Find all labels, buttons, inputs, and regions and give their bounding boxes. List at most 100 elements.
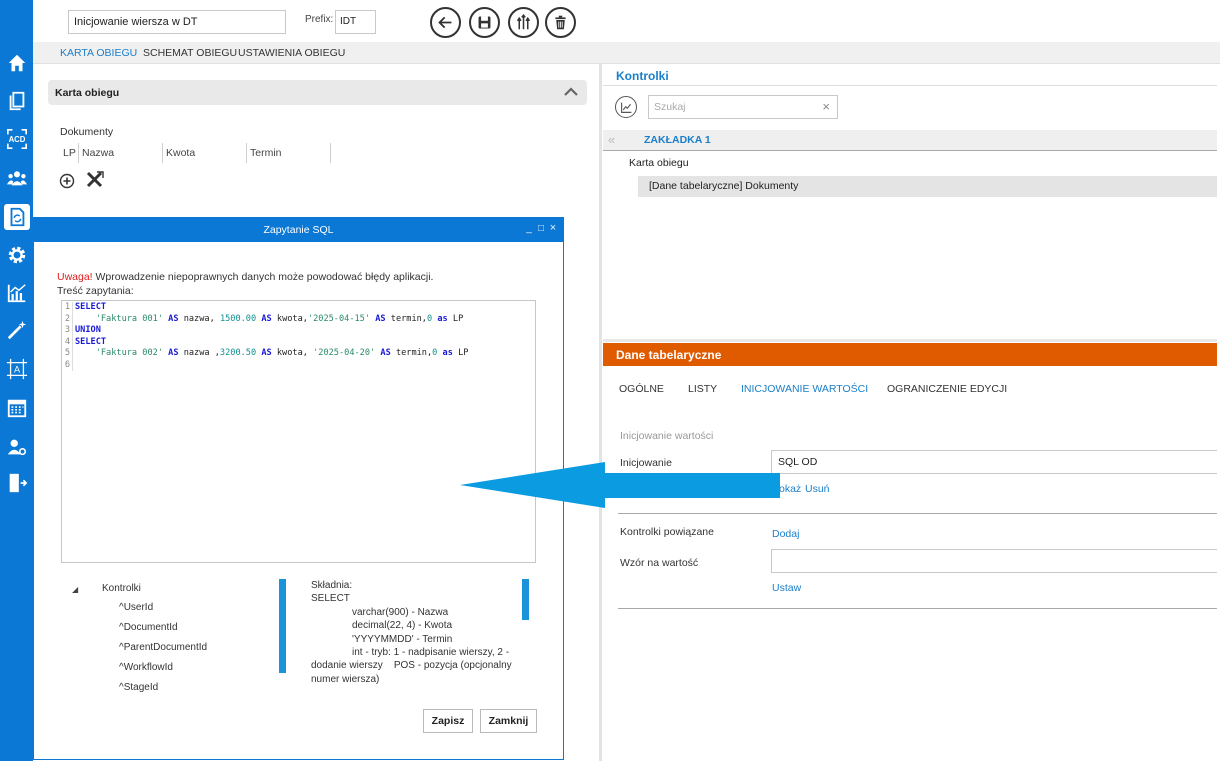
splitter-bar[interactable] bbox=[279, 579, 286, 673]
code-keyword: as bbox=[442, 348, 453, 358]
pane-divider[interactable] bbox=[599, 64, 602, 761]
code-keyword: AS bbox=[168, 348, 179, 358]
user-settings-icon[interactable] bbox=[5, 435, 29, 459]
delete-button[interactable] bbox=[545, 7, 576, 38]
code-identifier: termin, bbox=[390, 313, 427, 324]
code-number: 0 bbox=[426, 313, 433, 324]
card-title: Karta obiegu bbox=[55, 87, 120, 99]
tree-node-stageid[interactable]: ^StageId bbox=[119, 682, 158, 693]
documents-icon[interactable] bbox=[5, 89, 29, 113]
search-input[interactable] bbox=[649, 96, 809, 118]
syntax-line: 'YYYYMMDD' - Termin bbox=[352, 633, 453, 645]
tree-node-parentdocumentid[interactable]: ^ParentDocumentId bbox=[119, 642, 207, 653]
tab-ograniczenie-edycji[interactable]: OGRANICZENIE EDYCJI bbox=[887, 383, 1007, 395]
tree-node-documentid[interactable]: ^DocumentId bbox=[119, 622, 178, 633]
code-string: '2025-04-15' bbox=[307, 313, 371, 324]
code-identifier: LP bbox=[458, 348, 469, 358]
add-row-icon[interactable] bbox=[58, 172, 76, 190]
syntax-line: decimal(22, 4) - Kwota bbox=[352, 620, 453, 632]
column-nazwa[interactable]: Nazwa bbox=[79, 143, 163, 163]
code-line: 1 SELECT bbox=[62, 302, 106, 314]
card-header[interactable]: Karta obiegu bbox=[48, 80, 587, 105]
tab-inicjowanie-wartosci[interactable]: INICJOWANIE WARTOŚCI bbox=[741, 383, 868, 395]
init-input[interactable]: SQL OD bbox=[771, 450, 1217, 474]
tree-expand-icon[interactable]: ◢ bbox=[72, 585, 78, 594]
chart-icon[interactable] bbox=[5, 281, 29, 305]
tab-ogolne[interactable]: OGÓLNE bbox=[619, 383, 664, 395]
dialog-titlebar[interactable]: Zapytanie SQL _ □ × bbox=[34, 218, 563, 242]
maximize-icon[interactable]: □ bbox=[536, 223, 546, 234]
remove-link[interactable]: Usuń bbox=[805, 483, 830, 495]
documents-label: Dokumenty bbox=[60, 126, 114, 138]
users-icon[interactable] bbox=[5, 166, 29, 190]
syntax-line: varchar(900) - Nazwa bbox=[352, 606, 449, 618]
query-label: Treść zapytania: bbox=[57, 285, 134, 297]
close-icon[interactable]: × bbox=[548, 222, 558, 234]
close-icon[interactable]: × bbox=[822, 99, 830, 114]
line-number: 1 bbox=[62, 302, 73, 314]
code-identifier: termin, bbox=[395, 348, 433, 358]
add-link[interactable]: Dodaj bbox=[772, 528, 799, 540]
tree-node-dane-tabelaryczne[interactable]: [Dane tabelaryczne] Dokumenty bbox=[638, 176, 1217, 197]
syntax-help: Składnia: SELECT varchar(900) - Nazwa de… bbox=[311, 579, 525, 686]
acd-icon[interactable]: ACD bbox=[5, 127, 29, 151]
chevron-double-left-icon[interactable]: « bbox=[608, 132, 615, 147]
arrow-left-icon bbox=[438, 16, 452, 29]
calendar-icon[interactable] bbox=[5, 396, 29, 420]
tree-node-karta-obiegu[interactable]: Karta obiegu bbox=[629, 157, 689, 169]
prefix-input[interactable]: IDT bbox=[335, 10, 376, 34]
tree-node-userid[interactable]: ^UserId bbox=[119, 602, 153, 613]
home-icon[interactable] bbox=[5, 51, 29, 75]
code-keyword: SELECT bbox=[75, 336, 107, 347]
tab-zakladka-1[interactable]: ZAKŁADKA 1 bbox=[644, 134, 711, 146]
line-number: 4 bbox=[62, 336, 73, 348]
section-label: Inicjowanie wartości bbox=[620, 430, 714, 442]
set-link[interactable]: Ustaw bbox=[772, 582, 801, 594]
gear-icon[interactable] bbox=[5, 243, 29, 267]
column-lp[interactable]: LP bbox=[60, 143, 79, 163]
magic-wand-icon[interactable] bbox=[5, 318, 29, 342]
split-arrows-icon bbox=[516, 14, 531, 30]
syntax-line: numer wiersza) bbox=[311, 673, 380, 685]
code-keyword: AS bbox=[375, 313, 386, 324]
column-termin[interactable]: Termin bbox=[247, 143, 331, 163]
code-string: 'Faktura 002' bbox=[95, 348, 163, 358]
syntax-select: SELECT bbox=[311, 593, 350, 605]
column-kwota[interactable]: Kwota bbox=[163, 143, 247, 163]
code-keyword: AS bbox=[261, 348, 272, 358]
sql-editor[interactable]: 1 SELECT 2 'Faktura 001' AS nazwa, 1500.0… bbox=[61, 300, 536, 563]
dane-tabelaryczne-header: Dane tabelaryczne bbox=[603, 343, 1217, 366]
text-frame-icon[interactable]: A bbox=[5, 357, 29, 381]
code-keyword: AS bbox=[261, 313, 272, 324]
tab-karta-obiegu[interactable]: KARTA OBIEGU bbox=[60, 47, 137, 59]
minimize-icon[interactable]: _ bbox=[524, 223, 534, 234]
workflow-nav: KARTA OBIEGU SCHEMAT OBIEGU USTAWIENIA O… bbox=[33, 42, 1220, 64]
split-button[interactable] bbox=[508, 7, 539, 38]
code-number: 3200.50 bbox=[219, 348, 257, 358]
trash-icon bbox=[555, 15, 566, 30]
close-dialog-button[interactable]: Zamknij bbox=[480, 709, 537, 733]
save-dialog-button[interactable]: Zapisz bbox=[423, 709, 473, 733]
top-toolbar: Inicjowanie wiersza w DT Prefix: IDT bbox=[33, 0, 1220, 42]
chevron-up-icon[interactable] bbox=[563, 84, 579, 100]
excel-import-icon[interactable] bbox=[86, 171, 104, 189]
tree-node-kontrolki[interactable]: Kontrolki bbox=[102, 583, 141, 594]
tab-ustawienia-obiegu[interactable]: USTAWIENIA OBIEGU bbox=[238, 47, 345, 59]
horizontal-divider[interactable] bbox=[603, 339, 1217, 342]
workflow-doc-icon[interactable] bbox=[4, 204, 30, 230]
code-line: 3 UNION bbox=[62, 325, 101, 337]
back-button[interactable] bbox=[430, 7, 461, 38]
code-string: 'Faktura 001' bbox=[95, 313, 163, 324]
warning-text: Wprowadzenie niepoprawnych danych może p… bbox=[92, 271, 434, 283]
pattern-input[interactable] bbox=[771, 549, 1217, 573]
logout-icon[interactable] bbox=[5, 471, 29, 495]
tree-node-workflowid[interactable]: ^WorkflowId bbox=[119, 662, 173, 673]
code-number: 0 bbox=[432, 348, 438, 358]
save-button[interactable] bbox=[469, 7, 500, 38]
kontrolki-header bbox=[603, 64, 1217, 86]
workflow-name-input[interactable]: Inicjowanie wiersza w DT bbox=[68, 10, 286, 34]
code-line: 5 'Faktura 002' AS nazwa ,3200.50 AS kwo… bbox=[62, 348, 468, 360]
trend-chart-icon[interactable] bbox=[615, 96, 637, 118]
tab-schemat-obiegu[interactable]: SCHEMAT OBIEGU bbox=[143, 47, 237, 59]
tab-listy[interactable]: LISTY bbox=[688, 383, 717, 395]
